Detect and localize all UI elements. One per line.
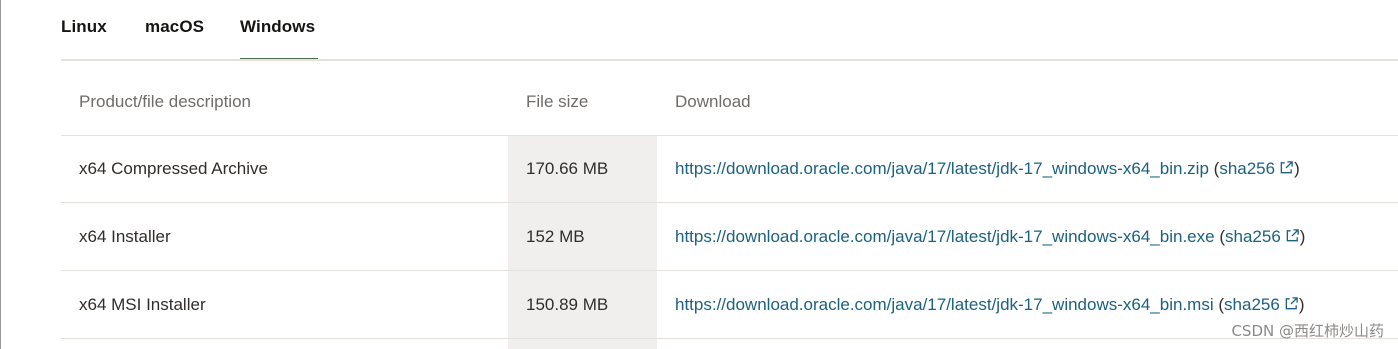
sha256-label: sha256 xyxy=(1224,295,1280,314)
header-description: Product/file description xyxy=(79,92,251,111)
download-cell: https://download.oracle.com/java/17/late… xyxy=(675,159,1300,179)
file-size: 170.66 MB xyxy=(526,159,609,178)
tab-linux[interactable]: Linux xyxy=(61,17,107,37)
download-cell: https://download.oracle.com/java/17/late… xyxy=(675,295,1304,315)
downloads-table: Product/file description File size Downl… xyxy=(61,61,1398,349)
paren-close: ) xyxy=(1298,295,1305,314)
sha256-label: sha256 xyxy=(1225,227,1281,246)
watermark: CSDN @西红柿炒山药 xyxy=(1231,322,1384,340)
header-file-size: File size xyxy=(526,92,589,111)
external-link-icon xyxy=(1280,161,1293,174)
paren-close: ) xyxy=(1299,227,1306,246)
file-description: x64 MSI Installer xyxy=(79,295,206,314)
sha256-link[interactable]: sha256 xyxy=(1225,227,1300,246)
file-description: x64 Compressed Archive xyxy=(79,159,268,178)
file-size: 150.89 MB xyxy=(526,295,609,314)
window-edge xyxy=(0,0,1,349)
external-link-icon xyxy=(1285,297,1298,310)
os-tabs: Linux macOS Windows xyxy=(61,0,1398,61)
download-link[interactable]: https://download.oracle.com/java/17/late… xyxy=(675,295,1214,314)
paren-close: ) xyxy=(1294,159,1300,178)
tab-windows[interactable]: Windows xyxy=(240,17,315,37)
file-description: x64 Installer xyxy=(79,227,171,246)
download-cell: https://download.oracle.com/java/17/late… xyxy=(675,227,1305,247)
download-link[interactable]: https://download.oracle.com/java/17/late… xyxy=(675,159,1209,178)
table-row: x64 MSI Installer 150.89 MB https://down… xyxy=(61,271,1398,339)
external-link-icon xyxy=(1286,229,1299,242)
file-size: 152 MB xyxy=(526,227,585,246)
header-download: Download xyxy=(675,92,751,111)
sha256-label: sha256 xyxy=(1219,159,1276,178)
sha256-link[interactable]: sha256 xyxy=(1219,159,1294,178)
table-row: x64 Compressed Archive 170.66 MB https:/… xyxy=(61,135,1398,203)
tab-macos[interactable]: macOS xyxy=(145,17,204,37)
table-header-row: Product/file description File size Downl… xyxy=(61,61,1398,136)
sha256-link[interactable]: sha256 xyxy=(1224,295,1299,314)
download-link[interactable]: https://download.oracle.com/java/17/late… xyxy=(675,227,1215,246)
table-row: x64 Installer 152 MB https://download.or… xyxy=(61,203,1398,271)
